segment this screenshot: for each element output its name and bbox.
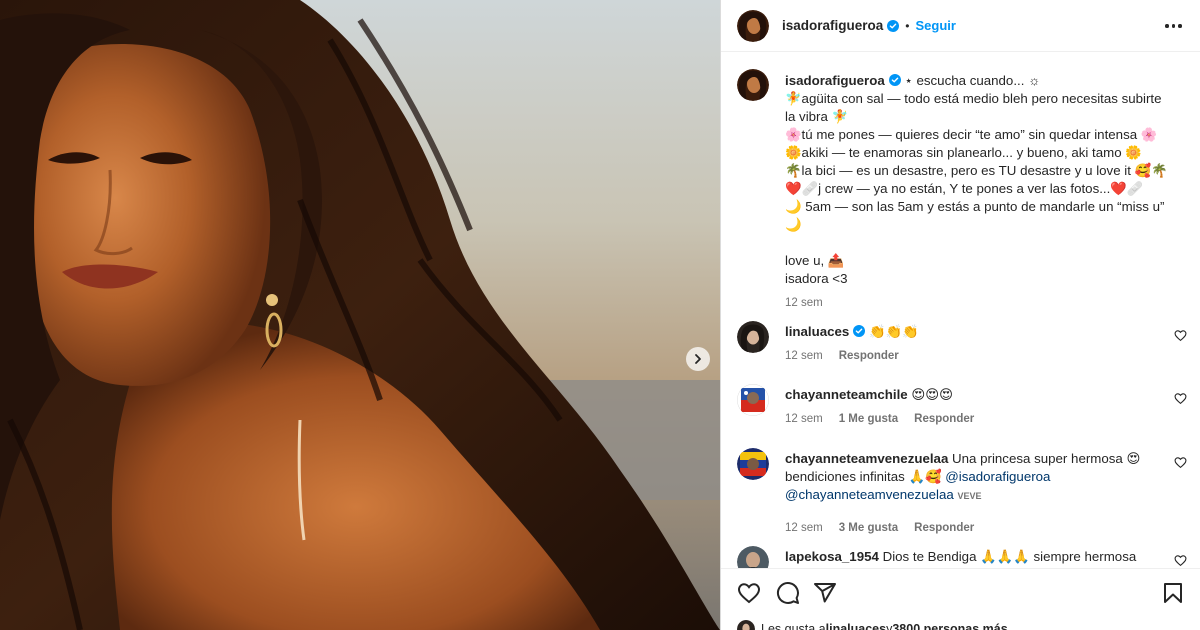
verified-badge-icon <box>887 19 900 32</box>
comment-text: 😍😍😍 <box>911 387 953 402</box>
verified-badge-icon <box>888 74 901 86</box>
commenter-username[interactable]: chayanneteamvenezuelaa <box>785 451 948 466</box>
comment-likes[interactable]: 1 Me gusta <box>839 410 898 428</box>
commenter-username[interactable]: linaluaces <box>785 324 849 339</box>
comments-scroll-area[interactable]: isadorafigueroa ⋆ escucha cuando... ☼ 🧚a… <box>721 53 1200 568</box>
comment-tag: VEVE <box>957 491 982 501</box>
liker-username[interactable]: linaluaces <box>826 622 886 630</box>
comment-text: Dios te Bendiga 🙏🙏🙏 siempre hermosa <box>882 549 1137 564</box>
share-icon[interactable] <box>813 581 837 605</box>
comment-text: bendiciones infinitas 🙏🥰 <box>785 469 942 484</box>
instagram-post: isadorafigueroa • Seguir isadorafigueroa… <box>0 0 1200 630</box>
comment-text: Una princesa super hermosa 😍 <box>952 451 1141 466</box>
next-photo-button[interactable] <box>686 347 710 371</box>
likes-summary[interactable]: Les gusta a linaluaces y 3800 personas m… <box>737 620 1008 630</box>
reply-button[interactable]: Responder <box>914 519 974 537</box>
caption-line: 🧚agüita con sal — todo está medio bleh p… <box>785 91 1162 106</box>
caption-username[interactable]: isadorafigueroa <box>785 73 885 88</box>
reply-button[interactable]: Responder <box>914 410 974 428</box>
caption-timestamp[interactable]: 12 sem <box>785 294 823 312</box>
caption-body: isadorafigueroa ⋆ escucha cuando... ☼ 🧚a… <box>785 72 1175 312</box>
post-side-panel: isadorafigueroa • Seguir isadorafigueroa… <box>720 0 1200 630</box>
caption-line: 🌸tú me pones — quieres decir “te amo” si… <box>785 127 1158 142</box>
caption-line: la vibra 🧚 <box>785 109 849 124</box>
caption-avatar[interactable] <box>737 69 769 101</box>
comment: chayanneteamchile 😍😍😍 12 sem 1 Me gusta … <box>737 384 1187 432</box>
caption-line: 🌼akiki — te enamoras sin planearlo... y … <box>785 145 1142 160</box>
caption-line: 🌙 <box>785 217 802 232</box>
heart-icon[interactable] <box>1174 392 1187 405</box>
post-header: isadorafigueroa • Seguir <box>721 0 1200 52</box>
commenter-username[interactable]: chayanneteamchile <box>785 387 908 402</box>
commenter-avatar[interactable] <box>737 321 769 353</box>
commenter-avatar[interactable] <box>737 384 769 416</box>
post-photo[interactable] <box>0 0 720 630</box>
caption-line: 🌙 5am — son las 5am y estás a punto de m… <box>785 199 1165 214</box>
post-actions-bar: Les gusta a linaluaces y 3800 personas m… <box>721 568 1200 630</box>
comment-text: 👏👏👏 <box>869 324 919 339</box>
heart-icon[interactable] <box>737 581 761 605</box>
caption-line <box>785 234 1175 252</box>
bookmark-icon[interactable] <box>1161 581 1185 605</box>
comment-likes[interactable]: 3 Me gusta <box>839 519 898 537</box>
caption-line: love u, 📤 <box>785 253 845 268</box>
liker-avatar <box>737 620 755 630</box>
heart-icon[interactable] <box>1174 554 1187 567</box>
caption-line: 🌴la bici — es un desastre, pero es TU de… <box>785 163 1168 178</box>
heart-icon[interactable] <box>1174 456 1187 469</box>
caption-meta: 12 sem <box>785 294 1175 312</box>
reply-button[interactable]: Responder <box>839 347 899 365</box>
mention-link[interactable]: @chayanneteamvenezuelaa <box>785 487 954 502</box>
verified-badge-icon <box>853 325 866 337</box>
author-avatar[interactable] <box>737 9 769 42</box>
heart-icon[interactable] <box>1174 329 1187 342</box>
comment-timestamp[interactable]: 12 sem <box>785 347 823 365</box>
likes-count[interactable]: 3800 personas más <box>892 622 1007 630</box>
chevron-right-icon <box>695 354 701 364</box>
caption-line: ⋆ escucha cuando... ☼ <box>904 73 1041 88</box>
caption-line: ❤️🩹j crew — ya no están, Y te pones a ve… <box>785 181 1144 196</box>
portrait-photo <box>0 0 720 630</box>
comment-icon[interactable] <box>776 581 800 605</box>
commenter-avatar[interactable] <box>737 546 769 568</box>
comment-timestamp[interactable]: 12 sem <box>785 519 823 537</box>
author-username[interactable]: isadorafigueroa <box>782 18 883 33</box>
caption: isadorafigueroa ⋆ escucha cuando... ☼ 🧚a… <box>737 69 1177 309</box>
comment: linaluaces 👏👏👏 12 sem Responder <box>737 321 1187 369</box>
comment-timestamp[interactable]: 12 sem <box>785 410 823 428</box>
commenter-username[interactable]: lapekosa_1954 <box>785 549 879 564</box>
comment: chayanneteamvenezuelaa Una princesa supe… <box>737 448 1187 534</box>
commenter-avatar[interactable] <box>737 448 769 480</box>
likes-prefix: Les gusta a <box>761 622 826 630</box>
mention-link[interactable]: @isadorafigueroa <box>945 469 1050 484</box>
comment: lapekosa_1954 Dios te Bendiga 🙏🙏🙏 siempr… <box>737 546 1187 568</box>
separator-dot: • <box>905 18 910 33</box>
more-options-icon[interactable] <box>1165 16 1185 36</box>
caption-line: isadora <3 <box>785 271 848 286</box>
follow-button[interactable]: Seguir <box>915 18 955 33</box>
